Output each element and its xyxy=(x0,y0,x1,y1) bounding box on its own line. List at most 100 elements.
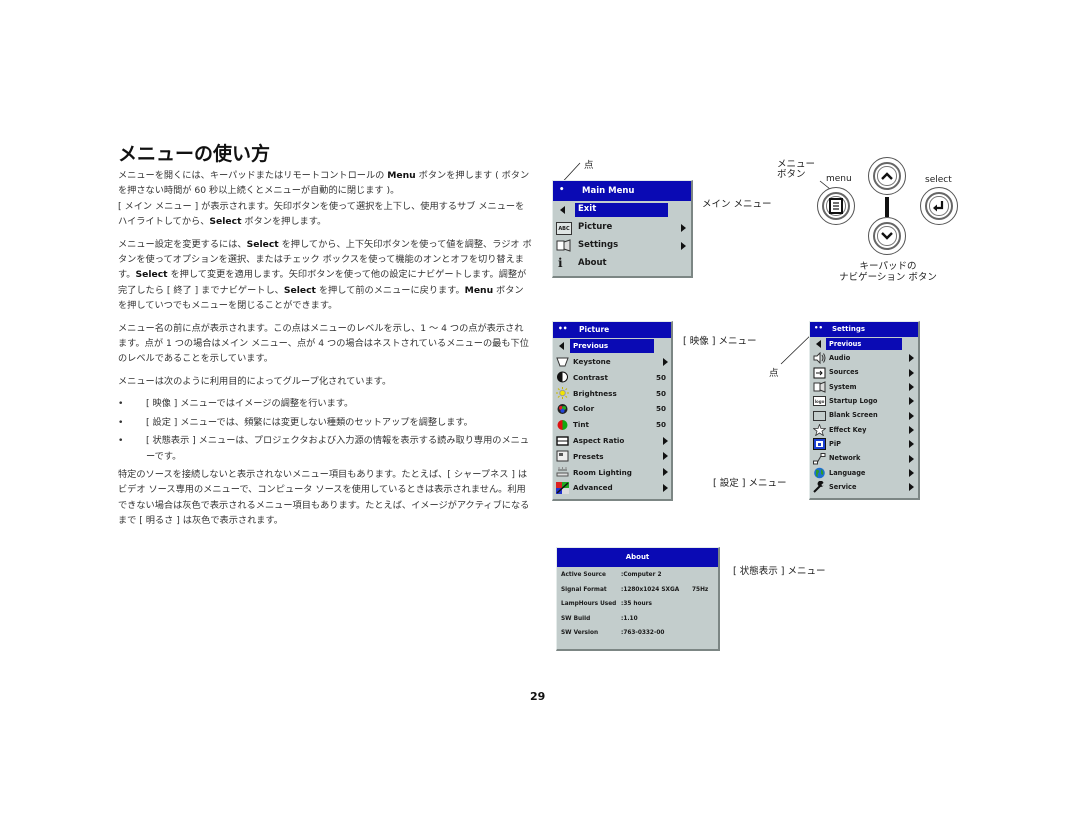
about-row: SW Build:1.10 xyxy=(557,613,718,628)
menu-item-blank-screen[interactable]: Blank Screen xyxy=(810,408,918,422)
menu-item-aspect-ratio[interactable]: Aspect Ratio xyxy=(553,433,671,449)
menu-item-label: Startup Logo xyxy=(829,397,878,406)
about-value: :1.10 xyxy=(621,615,638,622)
menu-item-system[interactable]: System xyxy=(810,380,918,394)
menu-item-startup-logo[interactable]: logo Startup Logo xyxy=(810,394,918,408)
menu-item-picture[interactable]: ABC Picture xyxy=(553,219,691,237)
about-label: SW Version xyxy=(561,630,599,636)
menu-item-sources[interactable]: Sources xyxy=(810,366,918,380)
menu-item-label: System xyxy=(829,382,857,391)
menu-item-label: Presets xyxy=(573,451,604,461)
menu-item-effect-key[interactable]: Effect Key xyxy=(810,423,918,437)
settings-projector-icon xyxy=(556,239,571,252)
menu-button-caption: メニュー ボタン xyxy=(777,159,816,180)
menu-item-label: Aspect Ratio xyxy=(573,436,625,446)
menu-item-advanced[interactable]: Advanced xyxy=(553,480,671,496)
menu-button[interactable] xyxy=(817,187,855,225)
select-button[interactable] xyxy=(920,187,958,225)
submenu-arrow-icon xyxy=(663,436,668,445)
menu-item-label: Language xyxy=(829,468,866,477)
audio-icon xyxy=(813,352,826,365)
about-label: LampHours Used xyxy=(561,601,617,607)
chevron-down-icon xyxy=(881,232,893,240)
system-icon xyxy=(813,381,826,393)
about-value: :Computer 2 xyxy=(621,572,662,578)
menu-item-about[interactable]: i About xyxy=(553,255,691,273)
back-arrow-icon xyxy=(816,340,821,349)
menu-item-label: Service xyxy=(829,482,857,491)
menu-item-tint[interactable]: Tint 50 xyxy=(553,417,671,433)
menu-item-audio[interactable]: Audio xyxy=(810,351,918,365)
tint-icon xyxy=(556,419,569,431)
keypad-caption: キーパッドの ナビゲーション ボタン xyxy=(839,261,937,283)
keystone-icon xyxy=(556,356,569,368)
menu-item-label: Advanced xyxy=(573,483,613,493)
language-globe-icon xyxy=(813,467,826,479)
settings-menu-header: •• Settings xyxy=(810,322,918,337)
picture-menu-header: •• Picture xyxy=(553,322,671,338)
menu-item-keystone[interactable]: Keystone xyxy=(553,354,671,370)
menu-item-color[interactable]: Color 50 xyxy=(553,401,671,417)
menu-item-label: Tint xyxy=(573,420,589,430)
about-label: Signal Format xyxy=(561,586,607,593)
about-value: :35 hours xyxy=(621,601,652,607)
blank-screen-icon xyxy=(813,410,826,422)
picture-menu-osd: •• Picture Previous Keystone Contrast 50 Bri… xyxy=(552,321,673,501)
back-arrow-icon xyxy=(560,206,565,214)
menu-item-label: Sources xyxy=(829,368,859,377)
menu-item-network[interactable]: Network xyxy=(810,451,918,465)
menu-item-value: 50 xyxy=(656,372,667,382)
menu-item-service[interactable]: Service xyxy=(810,480,918,494)
back-arrow-icon xyxy=(559,341,564,350)
aspect-ratio-icon xyxy=(556,435,569,447)
settings-menu-caption: [ 設定 ] メニュー xyxy=(713,478,787,489)
main-menu-osd: • Main Menu Exit ABC Picture Settings i … xyxy=(552,180,693,278)
settings-menu-osd: •• Settings Previous Audio Sources System lo… xyxy=(809,321,920,500)
dot-caption: 点 xyxy=(584,160,594,171)
about-menu-caption: [ 状態表示 ] メニュー xyxy=(733,566,826,577)
up-arrow-button[interactable] xyxy=(868,157,906,195)
menu-item-presets[interactable]: Presets xyxy=(553,449,671,465)
dot-caption-settings: 点 xyxy=(769,368,779,379)
picture-menu-title: Picture xyxy=(579,325,610,334)
submenu-arrow-icon xyxy=(909,411,914,420)
menu-item-label: Effect Key xyxy=(829,425,867,434)
color-icon xyxy=(556,403,569,415)
menu-item-brightness[interactable]: Brightness 50 xyxy=(553,385,671,401)
submenu-arrow-icon xyxy=(663,357,668,366)
menu-item-settings[interactable]: Settings xyxy=(553,237,691,255)
submenu-arrow-icon xyxy=(909,368,914,377)
menu-level-dots: •• xyxy=(558,324,568,333)
menu-item-label: Network xyxy=(829,454,861,463)
about-row: LampHours Used :35 hours xyxy=(557,598,718,613)
keypad-divider xyxy=(885,197,889,217)
menu-item-label: PiP xyxy=(829,439,841,448)
menu-level-dots: • xyxy=(559,185,565,195)
network-icon xyxy=(813,452,826,465)
menu-item-contrast[interactable]: Contrast 50 xyxy=(553,370,671,386)
submenu-arrow-icon xyxy=(909,383,914,392)
effect-key-icon xyxy=(813,423,826,436)
submenu-arrow-icon xyxy=(681,242,686,250)
menu-item-value: 50 xyxy=(656,388,667,398)
menu-item-value: 50 xyxy=(656,420,667,430)
down-arrow-button[interactable] xyxy=(868,217,906,255)
menu-item-room-lighting[interactable]: Room Lighting xyxy=(553,464,671,480)
menu-item-label: Previous xyxy=(573,341,609,351)
menu-item-exit[interactable]: Exit xyxy=(553,201,691,219)
pip-icon xyxy=(813,438,826,451)
menu-item-language[interactable]: Language xyxy=(810,466,918,480)
menu-item-pip[interactable]: PiP xyxy=(810,437,918,451)
svg-text:logo: logo xyxy=(815,399,825,404)
menu-item-previous[interactable]: Previous xyxy=(553,338,671,354)
about-menu-title: About xyxy=(625,553,650,561)
brightness-icon xyxy=(556,387,569,400)
sources-icon xyxy=(813,367,826,379)
contrast-icon xyxy=(556,371,569,383)
room-lighting-icon xyxy=(556,466,569,478)
menu-item-label: Keystone xyxy=(573,357,611,367)
presets-icon xyxy=(556,450,569,462)
menu-item-previous[interactable]: Previous xyxy=(810,337,918,351)
submenu-arrow-icon xyxy=(909,483,914,492)
chevron-up-icon xyxy=(881,172,893,180)
